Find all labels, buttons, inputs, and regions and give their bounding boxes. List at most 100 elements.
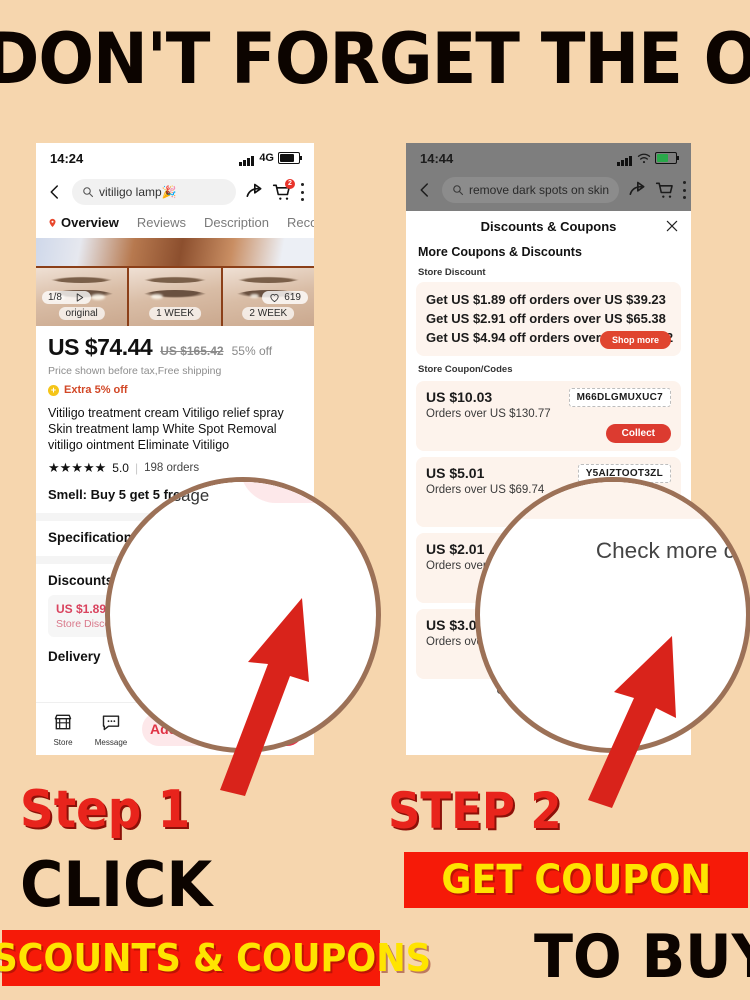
tab-description[interactable]: Description: [204, 215, 269, 230]
cart-icon[interactable]: 2: [272, 179, 295, 202]
location-pin-icon: [49, 218, 56, 227]
product-info-block: US $74.44 US $165.42 55% off Price shown…: [36, 326, 314, 502]
sheet-subtitle: More Coupons & Discounts: [418, 245, 582, 259]
collect-button[interactable]: Collect: [605, 424, 671, 443]
skin-spot: [90, 293, 106, 300]
step1-label: Step 1: [20, 780, 191, 840]
gallery-thumbnail-row: 1/8 original 1 WEEK 619 2 WEEK: [36, 266, 314, 326]
message-label: Message: [141, 485, 210, 505]
right-status-bar: 14:44: [406, 143, 691, 173]
discounts-coupons-banner: DISCOUNTS & COUPONS: [0, 930, 432, 986]
step2-label: STEP 2: [388, 782, 562, 840]
back-arrow-icon[interactable]: [416, 181, 434, 199]
discount-percent: 55% off: [231, 344, 273, 358]
gallery-label-week2: 2 WEEK: [242, 307, 295, 320]
search-icon: [83, 187, 94, 198]
gallery-cell-week2[interactable]: 619 2 WEEK: [222, 268, 314, 326]
magnified-bottom-bar: Store Message Add to cart: [110, 482, 376, 516]
like-count-text: 619: [284, 292, 301, 303]
discount-tier-line: Get US $2.91 off orders over US $65.38: [426, 311, 666, 326]
gallery-counter: 1/8: [42, 291, 91, 304]
close-icon[interactable]: [665, 219, 679, 233]
store-coupon-label: Store Coupon/Codes: [418, 364, 513, 375]
gallery-label-week1: 1 WEEK: [149, 307, 201, 320]
cart-badge: 2: [285, 179, 295, 189]
extra-offer-label: Extra 5% off: [64, 384, 128, 396]
search-input[interactable]: vitiligo lamp🎉: [72, 179, 236, 205]
poster-root: DON'T FORGET THE OFFERS 14:24 4G vitilig…: [0, 0, 750, 1000]
plus-icon: +: [48, 384, 59, 396]
discounts-coupons-banner-text: DISCOUNTS & COUPONS: [0, 936, 432, 980]
search-input[interactable]: remove dark spots on skin: [442, 177, 620, 203]
divider: |: [134, 461, 139, 475]
rating-value: 5.0: [112, 461, 129, 475]
extra-offer-row[interactable]: + Extra 5% off: [48, 384, 302, 396]
tab-recommend[interactable]: Reco: [287, 215, 314, 230]
discount-tier-line: Get US $1.89 off orders over US $39.23: [426, 292, 666, 307]
store-icon: [54, 714, 72, 729]
coupon-row: US $10.03 Orders over US $130.77 M66DLGM…: [416, 381, 681, 451]
tab-overview-label: Overview: [61, 215, 119, 230]
eyebrow-shape: [45, 276, 119, 284]
price-row: US $74.44 US $165.42 55% off: [48, 334, 302, 361]
wifi-icon: [637, 153, 651, 163]
magnified-check-more-note: Check more coupons: [595, 539, 748, 564]
original-price: US $165.42: [160, 344, 224, 358]
right-nav-bar: remove dark spots on skin: [406, 173, 691, 207]
gallery-counter-text: 1/8: [48, 292, 62, 303]
share-icon[interactable]: [627, 180, 647, 200]
gallery-cell-original[interactable]: 1/8 original: [36, 268, 130, 326]
shop-more-button[interactable]: Shop more: [599, 331, 671, 349]
rating-row[interactable]: ★★★★★ 5.0 | 198 orders: [48, 460, 302, 476]
signal-icon: [617, 151, 633, 166]
network-type-label: 4G: [259, 152, 274, 164]
message-icon: [102, 714, 120, 730]
left-tab-bar: Overview Reviews Description Reco: [36, 211, 314, 238]
more-vertical-icon[interactable]: [683, 181, 687, 199]
gallery-label-original: original: [58, 307, 105, 320]
bottom-store-button[interactable]: Store: [46, 712, 80, 747]
gallery-cell-week1[interactable]: 1 WEEK: [129, 268, 223, 326]
magnified-message-button: Message: [139, 482, 210, 505]
status-indicators: [617, 151, 679, 166]
back-arrow-icon[interactable]: [46, 183, 64, 201]
coupon-code[interactable]: M66DLGMUXUC7: [568, 388, 671, 407]
tab-overview[interactable]: Overview: [48, 215, 119, 230]
play-icon[interactable]: [74, 292, 85, 303]
current-price: US $74.44: [48, 334, 153, 360]
arrow-left-pointing: [220, 598, 309, 796]
sheet-header: Discounts & Coupons: [406, 211, 691, 241]
bottom-message-button[interactable]: Message: [94, 712, 128, 747]
like-counter[interactable]: 619: [262, 291, 308, 304]
cart-icon[interactable]: [655, 180, 675, 200]
skin-spot: [250, 293, 260, 299]
product-gallery[interactable]: 1/8 original 1 WEEK 619 2 WEEK: [36, 238, 314, 326]
to-buy-label: TO BUY: [534, 922, 750, 992]
store-label: Store: [53, 737, 73, 747]
sheet-title: Discounts & Coupons: [480, 218, 617, 234]
star-rating-icon: ★★★★★: [48, 460, 107, 475]
more-vertical-icon[interactable]: [300, 183, 304, 201]
coupon-condition: Orders over US $130.77: [426, 408, 551, 420]
product-title: Vitiligo treatment cream Vitiligo relief…: [48, 406, 284, 452]
battery-icon: [278, 152, 302, 164]
magnified-right-content: US $5.01 Orders over US $69.74 Y5AIZTOOT…: [480, 482, 748, 564]
get-coupon-banner-text: GET COUPON: [441, 857, 711, 903]
search-icon: [453, 185, 464, 196]
share-icon[interactable]: [244, 182, 264, 202]
heart-icon: [270, 294, 279, 303]
arrow-right-pointing: [588, 636, 676, 808]
eyelash-shape: [136, 290, 214, 300]
left-nav-bar: vitiligo lamp🎉 2: [36, 173, 314, 211]
status-time: 14:24: [50, 150, 84, 166]
signal-icon: [239, 151, 255, 166]
magnified-coupon-row: US $3.01 Orders over US $37.78 5K0J9E6Y …: [480, 482, 746, 519]
eyebrow-shape: [138, 276, 212, 284]
tax-shipping-note: Price shown before tax,Free shipping: [48, 365, 222, 377]
status-time: 14:44: [420, 150, 454, 166]
status-indicators: 4G: [239, 151, 302, 166]
magnified-left-content: Smell: Buy 5 get 5 free Specifications D…: [110, 482, 376, 516]
search-query-text: vitiligo lamp🎉: [99, 185, 177, 199]
click-label: CLICK: [20, 848, 213, 921]
tab-reviews[interactable]: Reviews: [137, 215, 186, 230]
